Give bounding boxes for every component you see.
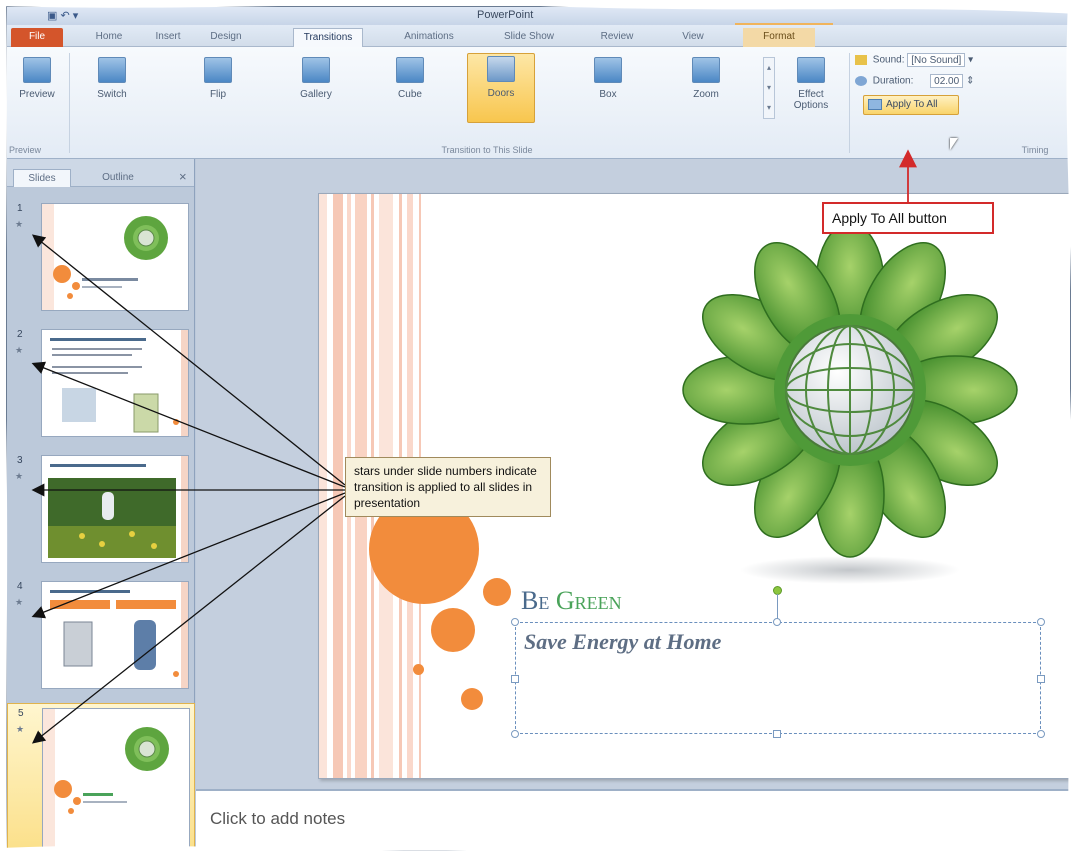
torn-edge-border <box>0 0 1077 857</box>
screenshot-frame: ▣ ↶ ▾ PowerPoint File Home Insert Design… <box>0 0 1077 857</box>
